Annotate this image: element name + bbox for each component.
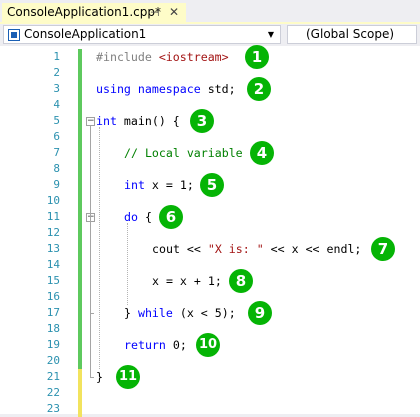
- project-dropdown[interactable]: ConsoleApplication1 ▼: [3, 25, 281, 44]
- code-text: using namespace std;: [96, 82, 236, 96]
- line-number: 12: [46, 226, 60, 239]
- line-number: 22: [46, 386, 60, 399]
- change-indicator: [78, 385, 82, 401]
- code-line[interactable]: 13 cout << "X is: " << x << endl; 7: [0, 237, 420, 261]
- line-number: 14: [46, 258, 60, 271]
- line-number: 3: [53, 82, 60, 95]
- code-line[interactable]: 2: [0, 65, 420, 81]
- change-indicator: [78, 209, 82, 225]
- scope-dropdown[interactable]: (Global Scope): [287, 25, 417, 44]
- change-indicator: [78, 145, 82, 161]
- indent-guide: [99, 127, 100, 369]
- navigation-bar: ConsoleApplication1 ▼ (Global Scope): [0, 24, 420, 45]
- code-editor[interactable]: 1 #include <iostream> 1 2 3 using namespace s…: [0, 45, 420, 417]
- collapse-icon[interactable]: −: [86, 117, 95, 126]
- close-icon[interactable]: ✕: [169, 3, 179, 22]
- code-line[interactable]: 19 return 0; 10: [0, 333, 420, 357]
- line-number: 11: [46, 210, 60, 223]
- tab-consoleapplication1-cpp[interactable]: ConsoleApplication1.cpp* ⊣ ✕: [2, 3, 186, 22]
- change-indicator: [78, 305, 82, 321]
- code-line[interactable]: 23: [0, 401, 420, 417]
- code-line[interactable]: 10: [0, 193, 420, 209]
- line-number: 2: [53, 66, 60, 79]
- change-indicator: [78, 401, 82, 417]
- code-line[interactable]: 17} while (x < 5); 9: [0, 301, 420, 325]
- code-text: int main() {: [96, 114, 180, 128]
- change-indicator: [78, 353, 82, 369]
- code-line[interactable]: 21} 11: [0, 365, 420, 389]
- fold-guide-do: [90, 222, 91, 313]
- fold-guide-do-end: [90, 313, 94, 314]
- code-line[interactable]: 4: [0, 97, 420, 113]
- change-indicator: [78, 113, 82, 129]
- line-number: 15: [46, 274, 60, 287]
- code-line[interactable]: 16: [0, 289, 420, 305]
- code-text: do {: [124, 210, 152, 224]
- code-text: // Local variable: [124, 146, 243, 160]
- line-number: 6: [53, 130, 60, 143]
- project-label: ConsoleApplication1: [24, 27, 147, 41]
- chevron-down-icon[interactable]: ▼: [264, 26, 278, 43]
- code-text: int x = 1;: [124, 178, 194, 192]
- line-number: 7: [53, 146, 60, 159]
- line-number: 18: [46, 322, 60, 335]
- change-indicator: [78, 65, 82, 81]
- code-line[interactable]: 3 using namespace std; 2: [0, 77, 420, 101]
- code-line[interactable]: 1 #include <iostream> 1: [0, 45, 420, 69]
- scope-label: (Global Scope): [306, 27, 395, 41]
- code-line[interactable]: 14: [0, 257, 420, 273]
- line-number: 9: [53, 178, 60, 191]
- code-text: cout << "X is: " << x << endl;: [152, 242, 362, 256]
- code-text: return 0;: [124, 338, 187, 352]
- change-indicator: [78, 369, 82, 385]
- change-indicator: [78, 257, 82, 273]
- code-line[interactable]: 7// Local variable 4: [0, 141, 420, 165]
- code-line[interactable]: 22: [0, 385, 420, 401]
- line-number: 1: [53, 50, 60, 63]
- line-number: 20: [46, 354, 60, 367]
- change-indicator: [78, 273, 82, 289]
- change-indicator: [78, 321, 82, 337]
- change-indicator: [78, 129, 82, 145]
- project-icon: [8, 29, 20, 41]
- change-indicator: [78, 241, 82, 257]
- line-number: 17: [46, 306, 60, 319]
- pin-icon[interactable]: ⊣: [150, 3, 160, 22]
- line-number: 19: [46, 338, 60, 351]
- code-line[interactable]: 9 int x = 1; 5: [0, 173, 420, 197]
- change-indicator: [78, 97, 82, 113]
- code-text: x = x + 1;: [152, 274, 222, 288]
- change-indicator: [78, 337, 82, 353]
- line-number: 23: [46, 402, 60, 415]
- line-number: 21: [46, 370, 60, 383]
- line-number: 16: [46, 290, 60, 303]
- code-line[interactable]: 5 int main() {−3: [0, 109, 420, 133]
- code-line[interactable]: 6: [0, 129, 420, 145]
- code-line[interactable]: 20: [0, 353, 420, 369]
- line-number: 13: [46, 242, 60, 255]
- line-number: 10: [46, 194, 60, 207]
- line-number: 5: [53, 114, 60, 127]
- tab-title: ConsoleApplication1.cpp*: [7, 5, 161, 19]
- indent-guide: [127, 223, 128, 305]
- change-indicator: [78, 193, 82, 209]
- document-tab-strip: ConsoleApplication1.cpp* ⊣ ✕: [0, 0, 420, 22]
- change-indicator: [78, 81, 82, 97]
- code-text: #include <iostream>: [96, 50, 229, 64]
- line-number: 8: [53, 162, 60, 175]
- code-line[interactable]: 12: [0, 225, 420, 241]
- change-indicator: [78, 161, 82, 177]
- code-text: }: [96, 370, 103, 384]
- code-line[interactable]: 15 x = x + 1; 8: [0, 269, 420, 293]
- code-text: } while (x < 5);: [124, 306, 236, 320]
- change-indicator: [78, 289, 82, 305]
- change-indicator: [78, 177, 82, 193]
- code-line[interactable]: 11 do {−6: [0, 205, 420, 229]
- change-indicator: [78, 49, 82, 65]
- change-indicator: [78, 225, 82, 241]
- line-number: 4: [53, 98, 60, 111]
- fold-guide-main-end: [90, 377, 94, 378]
